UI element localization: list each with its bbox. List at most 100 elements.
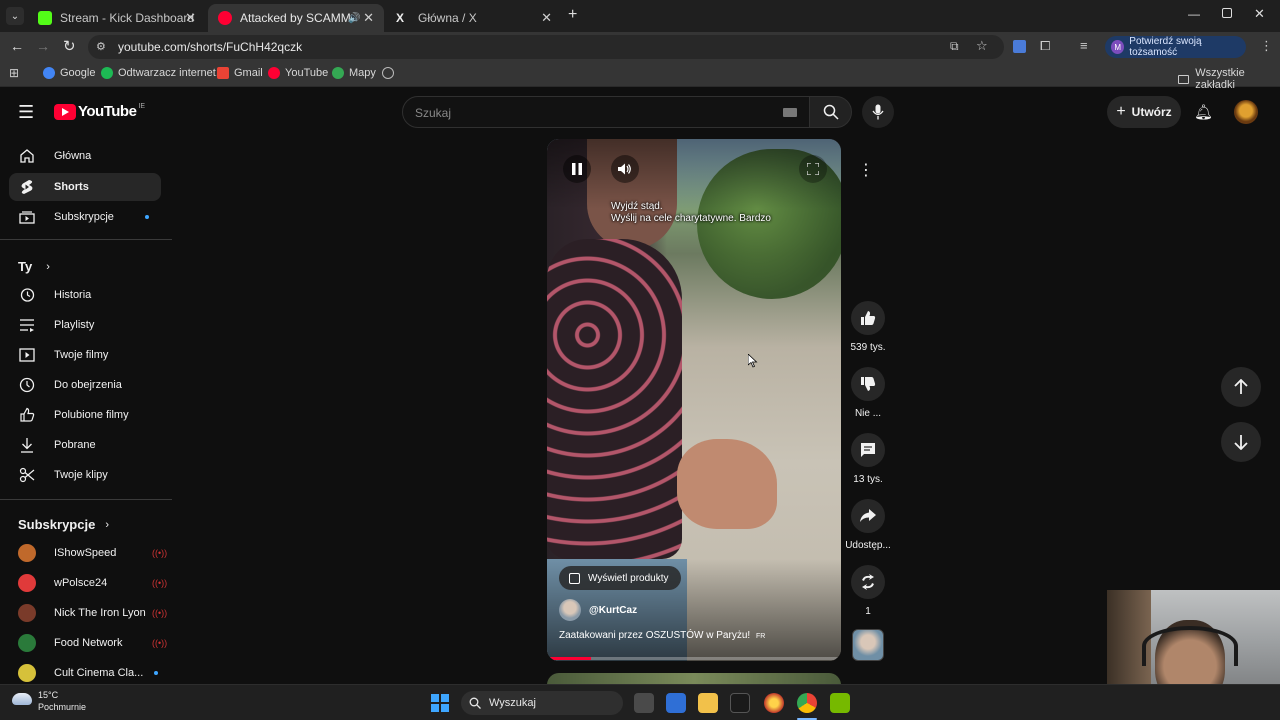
chevron-right-icon: › [46, 260, 50, 273]
address-bar[interactable]: ⚙ youtube.com/shorts/FuChH42qczk ⧉ ☆ [88, 35, 1004, 59]
share-icon [860, 509, 876, 522]
more-options-icon[interactable]: ⋮ [858, 160, 874, 180]
extensions-icon[interactable]: ⧠ [1040, 38, 1050, 54]
next-short-preview[interactable] [547, 673, 841, 684]
youtube-favicon-icon [218, 11, 232, 25]
subscription-cult-cinema[interactable]: Cult Cinema Cla... [9, 661, 161, 684]
forward-arrow-icon[interactable]: → [36, 38, 50, 54]
profile-avatar: M [1111, 40, 1125, 54]
sidebar-item-subscriptions[interactable]: Subskrypcje [9, 203, 161, 231]
next-short-button[interactable] [1221, 422, 1261, 462]
you-section-header[interactable]: Ty › [18, 259, 50, 274]
sidebar-item-shorts[interactable]: Shorts [9, 173, 161, 201]
apps-grid-icon[interactable]: ⊞ [9, 66, 19, 80]
tab-search-button[interactable]: ⌄ [6, 7, 24, 25]
previous-short-button[interactable] [1221, 367, 1261, 407]
subscription-nick-the-iron-lyon[interactable]: Nick The Iron Lyon ((•)) [9, 601, 167, 625]
sidebar-item-watch-later[interactable]: Do obejrzenia [9, 371, 161, 399]
sidebar-item-liked[interactable]: Polubione filmy [9, 401, 161, 429]
task-view-icon[interactable] [634, 693, 654, 713]
bookmark-gmail[interactable]: Gmail [217, 67, 263, 79]
site-info-icon[interactable]: ⚙ [96, 40, 106, 53]
profile-verify-button[interactable]: M Potwierdź swoją tożsamość [1105, 36, 1246, 58]
search-input[interactable]: Szukaj [402, 96, 810, 128]
microsoft-store-icon[interactable] [666, 693, 686, 713]
video-progress-fill [547, 657, 592, 660]
hamburger-menu-icon[interactable]: ☰ [18, 102, 34, 123]
bookmark-star-icon[interactable]: ☆ [976, 38, 988, 54]
new-tab-plus-icon[interactable]: + [568, 6, 577, 24]
cloud-weather-icon[interactable] [12, 693, 32, 705]
bookmark-label: Google [60, 67, 96, 79]
nvidia-icon[interactable] [830, 693, 850, 713]
translate-icon[interactable] [1013, 40, 1026, 53]
maximize-icon[interactable] [1222, 8, 1232, 18]
bookmark-maps[interactable]: Mapy [332, 67, 376, 79]
tab-kick-dashboard[interactable]: Stream - Kick Dashboard ✕ [28, 4, 206, 32]
like-button[interactable] [851, 301, 885, 335]
channel-info[interactable]: @KurtCaz [559, 599, 637, 621]
app-icon[interactable] [764, 693, 784, 713]
tab-x[interactable]: X Główna / X ✕ [386, 4, 562, 32]
share-button[interactable] [851, 499, 885, 533]
close-icon[interactable]: ✕ [185, 10, 196, 26]
video-title[interactable]: Zaatakowani przez OSZUSTÓW w Paryżu! FR [559, 630, 765, 641]
bookmarks-bar: ⊞ Google Odtwarzacz internet... Gmail Yo… [0, 62, 1280, 91]
sidebar-item-downloads[interactable]: Pobrane [9, 431, 161, 459]
youtube-icon [268, 67, 280, 79]
dislike-button[interactable] [851, 367, 885, 401]
close-icon[interactable]: ✕ [363, 10, 374, 26]
keyboard-icon[interactable] [783, 108, 797, 117]
file-explorer-icon[interactable] [698, 693, 718, 713]
install-app-icon[interactable]: ⧉ [950, 39, 959, 54]
view-products-button[interactable]: Wyświetl produkty [559, 566, 681, 590]
subscription-ishowspeed[interactable]: IShowSpeed ((•)) [9, 541, 167, 565]
weather-widget[interactable]: 15°C Pochmurnie [38, 689, 86, 713]
sidebar-item-your-videos[interactable]: Twoje filmy [9, 341, 161, 369]
comments-button[interactable] [851, 433, 885, 467]
sidebar-item-label: Do obejrzenia [54, 379, 122, 391]
kick-icon [38, 11, 52, 25]
bookmark-youtube[interactable]: YouTube [268, 67, 328, 79]
youtube-page: ☰ YouTube IE Szukaj + Utwórz 🔔︎ Główna S… [0, 88, 1280, 684]
chrome-icon[interactable] [797, 693, 817, 713]
windows-start-icon[interactable] [431, 694, 449, 712]
video-progress-track[interactable] [547, 657, 841, 660]
back-arrow-icon[interactable]: ← [10, 38, 24, 54]
sidebar-item-home[interactable]: Główna [9, 142, 161, 170]
bookmark-google[interactable]: Google [43, 67, 95, 79]
weather-description: Pochmurnie [38, 702, 87, 712]
sidebar-item-history[interactable]: Historia [9, 281, 161, 309]
close-icon[interactable]: ✕ [541, 10, 552, 26]
fullscreen-button[interactable] [799, 155, 827, 183]
chrome-menu-icon[interactable]: ⋮ [1260, 38, 1273, 54]
subscription-food-network[interactable]: Food Network ((•)) [9, 631, 167, 655]
speaker-icon[interactable]: 🔊 [348, 13, 360, 24]
reload-icon[interactable]: ↻ [63, 37, 76, 55]
volume-button[interactable] [611, 155, 639, 183]
notifications-bell-icon[interactable]: 🔔︎ [1194, 103, 1213, 121]
tab-youtube-short[interactable]: Attacked by SCAMMERS in 🔊 ✕ [208, 4, 384, 32]
window-close-icon[interactable]: ✕ [1254, 6, 1265, 22]
remix-button[interactable] [851, 565, 885, 599]
notion-icon[interactable] [730, 693, 750, 713]
sidebar-item-label: Shorts [54, 181, 89, 193]
taskbar-search-input[interactable]: Wyszukaj [461, 691, 623, 715]
minimize-icon[interactable]: — [1188, 7, 1200, 21]
globe-icon[interactable] [382, 67, 394, 79]
create-button[interactable]: + Utwórz [1107, 96, 1181, 128]
voice-search-button[interactable] [862, 96, 894, 128]
account-avatar[interactable] [1234, 100, 1258, 124]
pause-button[interactable] [563, 155, 591, 183]
sidebar-item-playlists[interactable]: Playlisty [9, 311, 161, 339]
sidebar-item-clips[interactable]: Twoje klipy [9, 461, 161, 489]
media-controls-icon[interactable]: ≡ [1080, 38, 1088, 53]
sound-thumbnail[interactable] [852, 629, 884, 661]
bookmark-player[interactable]: Odtwarzacz internet... [101, 67, 225, 79]
subscriptions-section-header[interactable]: Subskrypcje › [18, 517, 109, 532]
subscription-wpolsce24[interactable]: wPolsce24 ((•)) [9, 571, 167, 595]
shorts-video-player[interactable]: Wyjdź stąd. Wyślij na cele charytatywne.… [547, 139, 841, 661]
youtube-logo[interactable]: YouTube IE [54, 103, 145, 120]
search-button[interactable] [809, 96, 852, 128]
bookmark-label: Odtwarzacz internet... [118, 67, 225, 79]
